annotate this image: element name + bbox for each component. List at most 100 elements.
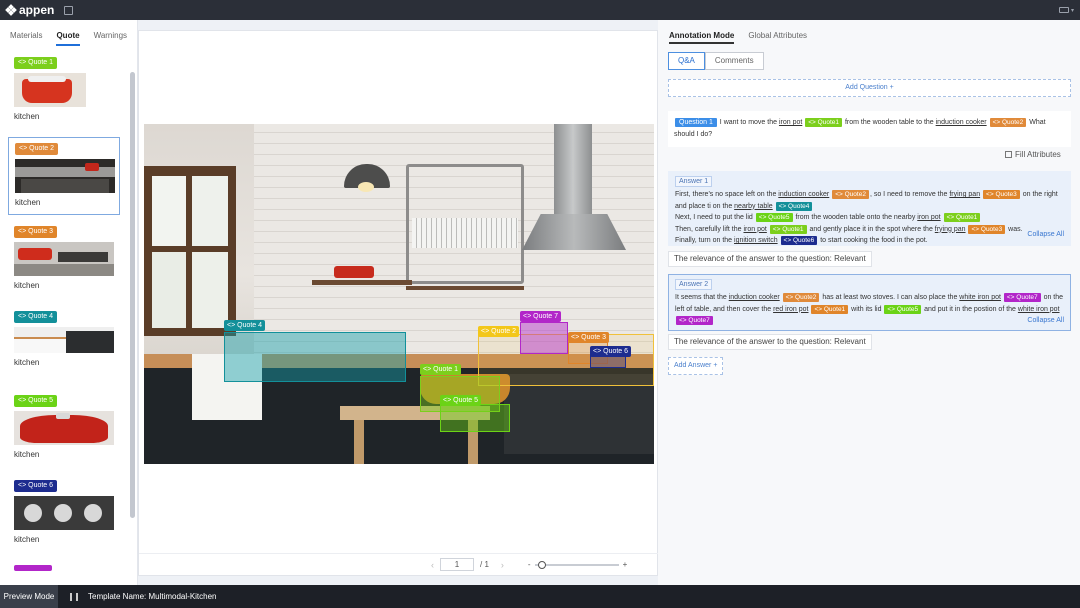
quote-ref[interactable]: <> Quote2 (989, 118, 1027, 127)
answer-card-2[interactable]: Answer 2 It seems that the induction coo… (668, 274, 1071, 331)
quote-ref[interactable]: <> Quote1 (805, 118, 842, 127)
question-entity[interactable]: iron pot (779, 119, 802, 126)
bbox-quote-4[interactable] (224, 332, 406, 382)
zoom-in-button[interactable]: + (623, 560, 628, 569)
question-card[interactable]: Question 1 I want to move the iron pot <… (668, 111, 1071, 147)
quote-tag: <> Quote 2 (15, 142, 59, 155)
quote-card-5[interactable]: <> Quote 5 kitchen (8, 390, 120, 468)
tab-materials[interactable]: Materials (10, 31, 42, 46)
quote-label: kitchen (14, 357, 40, 367)
question-entity[interactable]: induction cooker (936, 119, 987, 126)
preview-mode-button[interactable]: Preview Mode (0, 585, 58, 608)
quote-thumbnail (14, 242, 114, 276)
question-text: I want to move the (717, 119, 779, 126)
quote-ref[interactable]: <> Quote1 (769, 224, 807, 234)
quote-ref[interactable]: <> Quote6 (780, 236, 818, 245)
quote-label: kitchen (14, 534, 40, 544)
segment-qa[interactable]: Q&A (668, 52, 705, 70)
question-label: Question 1 (675, 118, 717, 127)
answer-text: with its lid (849, 305, 884, 313)
quote-ref[interactable]: <> Quote3 (968, 224, 1006, 234)
chevron-down-icon: ▾ (1070, 7, 1074, 14)
tab-global-attributes[interactable]: Global Attributes (748, 31, 807, 44)
answer-entity[interactable]: nearby table (734, 203, 773, 210)
fill-attributes-label: Fill Attributes (1015, 150, 1061, 159)
quote-card-3[interactable]: <> Quote 3 kitchen (8, 221, 120, 299)
add-answer-button[interactable]: Add Answer + (668, 357, 724, 375)
answer-text: from the wooden table onto the nearby (793, 214, 918, 221)
bbox-quote-5[interactable] (440, 404, 510, 432)
answer-card-1[interactable]: Answer 1 First, there's no space left on… (668, 171, 1071, 246)
page-input[interactable]: 1 (440, 558, 474, 571)
plus-icon: + (889, 84, 894, 91)
answer-text: , so I need to remove the (869, 191, 950, 198)
quote-ref[interactable]: <> Quote4 (775, 201, 813, 211)
quote-card-2[interactable]: <> Quote 2 kitchen (8, 136, 120, 215)
bbox-tag-quote-6: <> Quote 6 (590, 346, 632, 357)
quote-ref[interactable]: <> Quote3 (983, 190, 1020, 199)
quote-label: kitchen (14, 112, 40, 121)
add-question-label: Add Question (845, 84, 888, 91)
collapse-all-button[interactable]: Collapse All (1027, 229, 1064, 241)
quote-list-scrollbar[interactable] (130, 72, 135, 518)
zoom-out-button[interactable]: - (528, 560, 531, 569)
attributes-icon (1005, 151, 1012, 158)
quote-ref[interactable]: <> Quote5 (884, 304, 922, 314)
zoom-slider-handle[interactable] (538, 560, 547, 569)
answer-entity[interactable]: ignition switch (734, 237, 778, 244)
fill-attributes-button[interactable]: Fill Attributes (1005, 150, 1061, 159)
quote-tag: <> Quote 3 (14, 226, 58, 238)
answer-entity[interactable]: frying pan (935, 226, 966, 233)
tab-warnings[interactable]: Warnings (94, 31, 128, 46)
annotation-panel: Annotation Mode Global Attributes Q&A Co… (658, 20, 1080, 585)
language-switch[interactable]: ▾ (1058, 7, 1074, 14)
mode-segment: Q&A Comments (668, 52, 764, 70)
bbox-tag-quote-2: <> Quote 2 (478, 326, 520, 337)
keyboard-icon (1058, 7, 1069, 13)
collapse-all-button[interactable]: Collapse All (1027, 315, 1064, 327)
relevance-field-1[interactable]: The relevance of the answer to the quest… (668, 251, 872, 267)
tab-annotation-mode[interactable]: Annotation Mode (669, 31, 735, 44)
quote-card-4[interactable]: <> Quote 4 kitchen (8, 306, 120, 384)
tab-quote[interactable]: Quote (56, 31, 80, 46)
answer-text: to start cooking the food in the pot. (818, 237, 928, 244)
bbox-quote-7[interactable] (520, 322, 568, 354)
answer-entity[interactable]: induction cooker (778, 191, 829, 198)
answer-text: Finally, turn on the (675, 237, 735, 244)
quote-ref[interactable]: <> Quote7 (676, 316, 713, 325)
quote-ref[interactable]: <> Quote7 (1003, 293, 1041, 302)
top-bar: appen ▾ (0, 0, 1080, 20)
quote-ref[interactable]: <> Quote1 (811, 304, 849, 314)
next-page-button[interactable]: › (501, 560, 504, 570)
add-question-button[interactable]: Add Question + (668, 79, 1071, 97)
prev-page-button[interactable]: ‹ (431, 560, 434, 570)
save-icon[interactable] (64, 5, 74, 15)
quote-ref[interactable]: <> Quote2 (832, 190, 869, 199)
logo-mark-icon (5, 4, 17, 16)
quote-tag: <> Quote 4 (14, 310, 58, 323)
answer-text: and gently place it in the spot where th… (807, 225, 935, 233)
quote-ref[interactable]: <> Quote5 (755, 213, 793, 222)
quote-panel: Materials Quote Warnings <> Quote 1 kitc… (0, 20, 138, 585)
quote-ref[interactable]: <> Quote1 (943, 213, 981, 222)
segment-comments[interactable]: Comments (704, 52, 764, 70)
relevance-field-2[interactable]: The relevance of the answer to the quest… (668, 334, 872, 350)
quote-ref[interactable]: <> Quote2 (782, 293, 820, 302)
answer-entity[interactable]: frying pan (949, 191, 980, 198)
answer-entity[interactable]: red iron pot (773, 306, 808, 313)
bbox-tag-quote-4: <> Quote 4 (224, 320, 266, 331)
answer-entity[interactable]: induction cooker (729, 294, 780, 301)
quote-card-6[interactable]: <> Quote 6 kitchen (8, 475, 120, 553)
quote-thumbnail (14, 326, 114, 353)
add-answer-label: Add Answer (674, 362, 712, 369)
answer-entity[interactable]: iron pot (917, 214, 940, 221)
answer-entity[interactable]: iron pot (743, 226, 766, 233)
quote-card-7[interactable] (8, 559, 120, 579)
quote-label: kitchen (15, 197, 41, 207)
answer-entity[interactable]: white iron pot (1018, 306, 1060, 313)
quote-card-1[interactable]: <> Quote 1 kitchen (8, 52, 120, 130)
answer-entity[interactable]: white iron pot (959, 294, 1001, 301)
zoom-control: - + (528, 560, 627, 569)
app-logo: appen (5, 3, 54, 17)
zoom-slider[interactable] (534, 560, 619, 569)
